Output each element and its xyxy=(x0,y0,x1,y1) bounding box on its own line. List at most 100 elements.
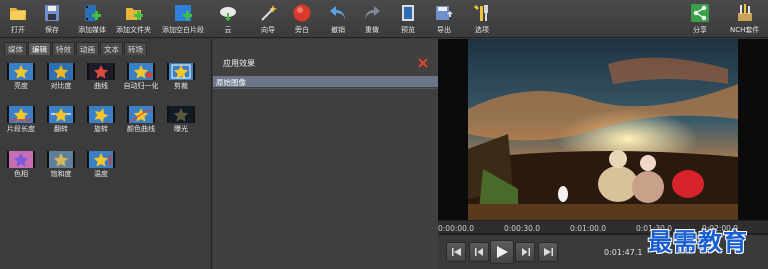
tab-transitions[interactable]: 转场 xyxy=(124,42,147,55)
effect-label: 翻转 xyxy=(54,125,68,133)
effect-label: 亮度 xyxy=(14,82,28,90)
step-back-icon xyxy=(474,248,483,256)
effect-label: 颜色曲线 xyxy=(127,125,155,133)
go-to-start-button[interactable] xyxy=(446,242,466,262)
crop-thumb-icon xyxy=(167,63,195,80)
tab-media[interactable]: 媒体 xyxy=(4,42,27,55)
effect-crop[interactable]: 剪裁 xyxy=(162,63,200,90)
effect-label: 自动归一化 xyxy=(123,82,159,90)
next-frame-button[interactable] xyxy=(515,242,535,262)
add-blank-clip-label: 添加空白片段 xyxy=(162,26,204,34)
cloud-button[interactable]: 云 xyxy=(218,1,238,37)
skip-end-icon xyxy=(543,248,553,256)
previous-frame-button[interactable] xyxy=(469,242,489,262)
redo-button[interactable]: 重做 xyxy=(362,1,382,37)
cloud-icon xyxy=(220,7,236,21)
add-folder-icon xyxy=(125,8,143,20)
nch-suite-label: NCH套件 xyxy=(730,26,760,34)
hue-thumb-icon xyxy=(7,151,35,168)
tab-animation[interactable]: 动画 xyxy=(76,42,99,55)
add-media-label: 添加媒体 xyxy=(78,26,106,34)
undo-icon xyxy=(330,6,345,20)
share-label: 分享 xyxy=(693,26,707,34)
options-button[interactable]: 选项 xyxy=(472,1,492,37)
record-icon xyxy=(293,4,311,22)
effect-saturation[interactable]: 饱和度 xyxy=(42,151,80,178)
divider xyxy=(213,88,438,89)
watermark-text: 最需教育 xyxy=(648,227,748,256)
applied-effect-row[interactable]: 原始图像 xyxy=(213,76,438,87)
effect-hue[interactable]: 色相 xyxy=(2,151,40,178)
wizard-button[interactable]: 向导 xyxy=(258,1,278,37)
add-media-button[interactable]: 添加媒体 xyxy=(78,1,106,37)
export-button[interactable]: 导出 xyxy=(434,1,454,37)
narration-label: 旁白 xyxy=(295,26,309,34)
add-media-icon xyxy=(85,5,101,21)
folder-open-icon xyxy=(10,8,26,20)
redo-icon xyxy=(365,6,380,20)
save-icon xyxy=(45,5,59,21)
go-to-end-button[interactable] xyxy=(538,242,558,262)
curves-thumb-icon xyxy=(87,63,115,80)
brightness-thumb-icon xyxy=(7,63,35,80)
color-curves-thumb-icon xyxy=(127,106,155,123)
flip-thumb-icon xyxy=(47,106,75,123)
save-label: 保存 xyxy=(45,26,59,34)
effect-label: 剪裁 xyxy=(174,82,188,90)
play-button[interactable] xyxy=(490,240,514,264)
undo-button[interactable]: 撤销 xyxy=(328,1,348,37)
undo-label: 撤销 xyxy=(331,26,345,34)
tab-text[interactable]: 文本 xyxy=(100,42,123,55)
nch-suite-button[interactable]: NCH套件 xyxy=(730,1,759,37)
effect-label: 曝光 xyxy=(174,125,188,133)
save-button[interactable]: 保存 xyxy=(42,1,62,37)
add-blank-clip-button[interactable]: 添加空白片段 xyxy=(162,1,204,37)
auto-normalize-thumb-icon xyxy=(127,63,155,80)
temperature-thumb-icon xyxy=(87,151,115,168)
effect-label: 温度 xyxy=(94,170,108,178)
contrast-thumb-icon xyxy=(47,63,75,80)
effect-color-curves[interactable]: 颜色曲线 xyxy=(122,106,160,133)
open-label: 打开 xyxy=(11,26,25,34)
share-icon xyxy=(691,4,709,22)
effect-rotate[interactable]: 旋转 xyxy=(82,106,120,133)
tab-edit[interactable]: 编辑 xyxy=(28,42,51,55)
clip-duration-thumb-icon xyxy=(7,106,35,123)
effect-label: 色相 xyxy=(14,170,28,178)
narration-button[interactable]: 旁白 xyxy=(292,1,312,37)
applied-effects-header: 应用效果 xyxy=(223,59,255,68)
current-time: 0:01:47.1 xyxy=(604,248,643,257)
open-button[interactable]: 打开 xyxy=(8,1,28,37)
main-toolbar: 打开 保存 添加媒体 添加文件夹 添加空白片段 云 向导 旁白 撤销 重做 预览… xyxy=(0,0,768,38)
timeline-tick: 0:01:00.0 xyxy=(570,224,607,233)
cloud-label: 云 xyxy=(224,26,232,34)
export-label: 导出 xyxy=(437,26,451,34)
effect-temperature[interactable]: 温度 xyxy=(82,151,120,178)
preview-button[interactable]: 预览 xyxy=(398,1,418,37)
skip-start-icon xyxy=(451,248,461,256)
effect-exposure[interactable]: 曝光 xyxy=(162,106,200,133)
effect-flip[interactable]: 翻转 xyxy=(42,106,80,133)
effect-contrast[interactable]: 对比度 xyxy=(42,63,80,90)
video-preview xyxy=(438,39,768,220)
blank-clip-icon xyxy=(175,5,192,21)
preview-frame xyxy=(438,39,768,220)
tab-effects[interactable]: 特效 xyxy=(52,42,75,55)
applied-effects-panel: 应用效果 原始图像 xyxy=(213,39,438,269)
share-button[interactable]: 分享 xyxy=(690,1,710,37)
close-icon[interactable] xyxy=(418,58,428,68)
add-folder-button[interactable]: 添加文件夹 xyxy=(116,1,151,37)
rotate-thumb-icon xyxy=(87,106,115,123)
effect-clip-duration[interactable]: 片段长度 xyxy=(2,106,40,133)
redo-label: 重做 xyxy=(365,26,379,34)
magic-wand-icon xyxy=(261,5,277,21)
effect-label: 饱和度 xyxy=(50,170,72,178)
effect-brightness[interactable]: 亮度 xyxy=(2,63,40,90)
options-label: 选项 xyxy=(475,26,489,34)
export-icon xyxy=(436,6,453,20)
app-window: 打开 保存 添加媒体 添加文件夹 添加空白片段 云 向导 旁白 撤销 重做 预览… xyxy=(0,0,768,269)
panel-tabs: 媒体 编辑 特效 动画 文本 转场 xyxy=(4,42,148,56)
effect-curves[interactable]: 曲线 xyxy=(82,63,120,90)
effect-auto-normalize[interactable]: 自动归一化 xyxy=(122,63,160,90)
step-forward-icon xyxy=(521,248,530,256)
